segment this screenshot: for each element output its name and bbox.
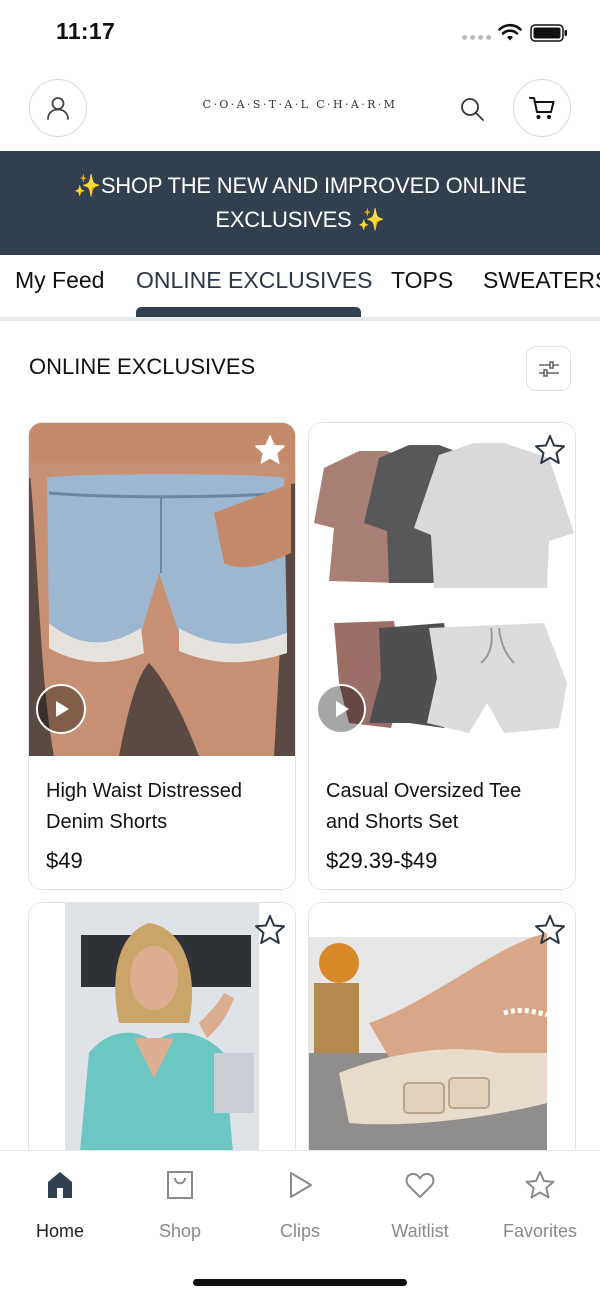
heart-icon	[405, 1172, 435, 1198]
cart-button[interactable]	[513, 79, 571, 137]
cart-icon	[529, 97, 555, 119]
nav-favorites-label: Favorites	[502, 1221, 578, 1241]
nav-shop[interactable]: Shop	[120, 1169, 240, 1242]
product-card[interactable]	[308, 902, 576, 1162]
product-card[interactable]: Casual Oversized Tee and Shorts Set $29.…	[308, 422, 576, 890]
account-button[interactable]	[29, 79, 87, 137]
active-tab-indicator	[136, 307, 361, 317]
status-time: 11:17	[56, 18, 116, 44]
favorite-star-icon[interactable]	[533, 433, 567, 467]
product-name[interactable]: Casual Oversized Tee and Shorts Set	[326, 776, 558, 838]
play-video-button[interactable]	[316, 684, 366, 734]
wifi-icon	[498, 23, 522, 41]
tab-my-feed[interactable]: My Feed	[15, 267, 104, 294]
star-icon	[525, 1171, 555, 1199]
filter-button[interactable]	[526, 346, 571, 391]
section-title: ONLINE EXCLUSIVES	[29, 354, 256, 379]
tab-online-exclusives[interactable]: ONLINE EXCLUSIVES	[136, 267, 372, 294]
product-card[interactable]	[28, 902, 296, 1162]
product-image[interactable]	[29, 903, 295, 1161]
nav-waitlist-label: Waitlist	[391, 1221, 449, 1241]
sliders-icon	[538, 360, 559, 377]
nav-clips[interactable]: Clips	[240, 1169, 360, 1242]
search-icon	[461, 98, 484, 121]
favorite-star-icon[interactable]	[533, 913, 567, 947]
user-icon	[47, 97, 69, 120]
battery-icon	[530, 24, 567, 42]
product-image[interactable]	[309, 423, 575, 756]
category-tabs: My Feed ONLINE EXCLUSIVES TOPS SWEATERS	[0, 255, 600, 321]
product-image[interactable]	[309, 903, 575, 1161]
product-price: $49	[46, 848, 83, 873]
play-icon	[56, 701, 69, 717]
product-price: $29.39-$49	[326, 848, 438, 873]
home-indicator	[193, 1279, 407, 1286]
app-header: C·O·A·S·T·A·L C·H·A·R·M	[0, 66, 600, 152]
tab-sweaters[interactable]: SWEATERS	[483, 267, 600, 294]
product-name[interactable]: High Waist Distressed Denim Shorts	[46, 776, 278, 838]
shopping-bag-icon	[167, 1171, 193, 1199]
signal-icon	[462, 35, 491, 40]
favorite-star-icon[interactable]	[253, 433, 287, 467]
nav-home[interactable]: Home	[0, 1169, 120, 1242]
play-icon	[336, 701, 349, 717]
promo-banner-text: ✨SHOP THE NEW AND IMPROVED ONLINE EXCLUS…	[73, 173, 527, 232]
home-icon	[48, 1172, 72, 1198]
status-bar: 11:17	[0, 0, 600, 66]
search-button[interactable]	[457, 94, 487, 124]
brand-logo[interactable]: C·O·A·S·T·A·L C·H·A·R·M	[180, 98, 420, 111]
favorite-star-icon[interactable]	[253, 913, 287, 947]
nav-clips-label: Clips	[279, 1221, 320, 1241]
product-card[interactable]: High Waist Distressed Denim Shorts $49	[28, 422, 296, 890]
product-image[interactable]	[29, 423, 295, 756]
tab-tops[interactable]: TOPS	[391, 267, 453, 294]
nav-waitlist[interactable]: Waitlist	[360, 1169, 480, 1242]
promo-banner[interactable]: ✨SHOP THE NEW AND IMPROVED ONLINE EXCLUS…	[0, 151, 600, 255]
play-video-button[interactable]	[36, 684, 86, 734]
nav-home-label: Home	[35, 1221, 84, 1241]
nav-favorites[interactable]: Favorites	[480, 1169, 600, 1242]
play-icon	[290, 1172, 312, 1198]
nav-shop-label: Shop	[158, 1221, 202, 1241]
bottom-navigation: Home Shop Clips Waitlist Favorites	[0, 1150, 600, 1299]
